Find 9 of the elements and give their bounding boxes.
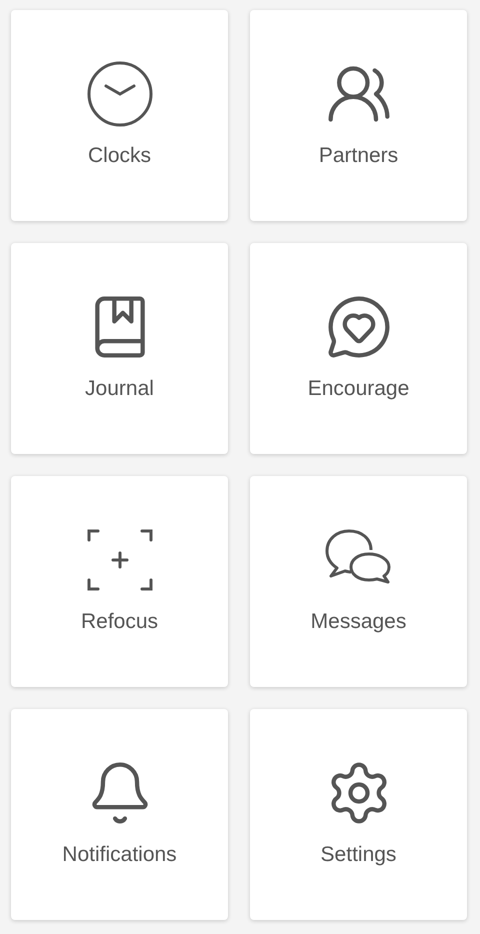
menu-tile[interactable]: Journal: [11, 243, 228, 454]
menu-tile[interactable]: Refocus: [11, 476, 228, 687]
menu-tile[interactable]: Messages: [250, 476, 467, 687]
menu-tile[interactable]: Partners: [250, 10, 467, 221]
menu-tile[interactable]: Settings: [250, 709, 467, 920]
menu-tile[interactable]: Encourage: [250, 243, 467, 454]
menu-tile[interactable]: Clocks: [11, 10, 228, 221]
clock-icon: [86, 60, 154, 128]
menu-tile[interactable]: Notifications: [11, 709, 228, 920]
